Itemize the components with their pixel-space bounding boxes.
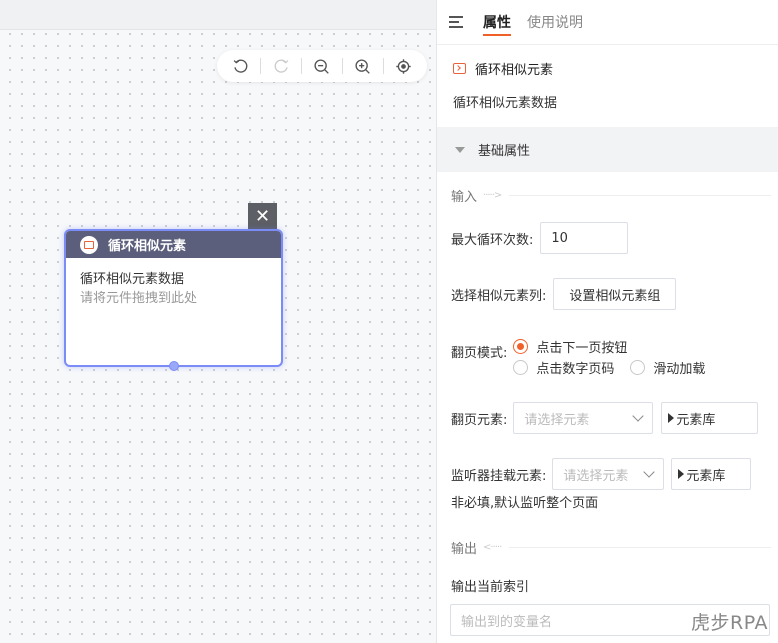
- page-element-label: 翻页元素:: [451, 412, 508, 428]
- radio-label: 点击下一页按钮: [536, 340, 628, 356]
- toolbar-divider: [301, 58, 303, 74]
- node-close-button[interactable]: ✕: [248, 203, 277, 229]
- section-basic-title: 基础属性: [478, 144, 531, 159]
- canvas-toolbar: [217, 50, 427, 82]
- panel-tabs: 属性 使用说明: [437, 0, 778, 45]
- loop-similar-node[interactable]: 循环相似元素 循环相似元素数据 请将元件拖拽到此处: [64, 229, 283, 371]
- radio-number-page[interactable]: 点击数字页码: [513, 358, 614, 377]
- node-drop-hint: 请将元件拖拽到此处: [80, 291, 198, 306]
- listener-note: 非必填,默认监听整个页面: [451, 496, 599, 511]
- max-loop-row: 最大循环次数: 10: [451, 222, 629, 254]
- dotted-arrow-icon: ·····>: [483, 190, 502, 201]
- element-library-label: 元素库: [686, 468, 726, 484]
- undo-icon: [233, 59, 248, 73]
- undo-button[interactable]: [229, 55, 251, 77]
- chevron-down-icon: [643, 466, 656, 478]
- listener-label: 监听器挂载元素:: [451, 468, 547, 484]
- caret-right-icon: [668, 413, 675, 423]
- page-element-row: 翻页元素: 请选择元素 元素库: [451, 402, 759, 434]
- locate-button[interactable]: [392, 55, 414, 77]
- select-list-row: 选择相似元素列: 设置相似元素组: [451, 278, 677, 310]
- listener-element-select[interactable]: 请选择元素: [552, 458, 665, 490]
- properties-panel: 属性 使用说明 循环相似元素 循环相似元素数据 基础属性 输入 ·····> 最…: [436, 0, 778, 643]
- node-body: 循环相似元素数据 请将元件拖拽到此处: [66, 258, 281, 320]
- terminal-icon: [453, 63, 466, 74]
- radio-unchecked-icon: [513, 359, 529, 375]
- caret-right-icon: [678, 469, 685, 479]
- listener-library-button[interactable]: 元素库: [671, 458, 752, 490]
- component-desc: 循环相似元素数据: [453, 96, 558, 111]
- radio-next-page-button[interactable]: 点击下一页按钮: [513, 337, 627, 356]
- set-similar-group-button[interactable]: 设置相似元素组: [553, 278, 677, 310]
- listener-row: 监听器挂载元素: 请选择元素 元素库: [451, 458, 752, 490]
- output-group-label: 输出 <·····: [437, 538, 778, 557]
- close-icon: ✕: [254, 205, 271, 227]
- output-group-text: 输出: [451, 542, 478, 557]
- component-title-text: 循环相似元素: [475, 63, 554, 78]
- page-mode-label: 翻页模式:: [451, 346, 508, 361]
- radio-scroll-load[interactable]: 滑动加载: [630, 358, 705, 377]
- input-group-text: 输入: [451, 190, 478, 205]
- node-desc: 循环相似元素数据: [80, 272, 185, 287]
- zoom-out-icon: [314, 58, 330, 74]
- node-header: 循环相似元素: [66, 231, 281, 258]
- flow-canvas[interactable]: ✕ 循环相似元素 循环相似元素数据 请将元件拖拽到此处: [0, 0, 436, 643]
- zoom-in-icon: [355, 58, 370, 74]
- locate-icon: [396, 58, 411, 74]
- element-library-button[interactable]: 元素库: [661, 402, 759, 434]
- zoom-out-button[interactable]: [311, 55, 333, 77]
- component-title: 循环相似元素: [437, 45, 778, 78]
- dotted-arrow-left-icon: <·····: [483, 542, 502, 553]
- divider: [509, 195, 771, 196]
- input-group-label: 输入 ·····>: [437, 186, 778, 205]
- output-index-label: 输出当前索引: [451, 580, 530, 595]
- select-placeholder: 请选择元素: [563, 468, 629, 484]
- node-title: 循环相似元素: [108, 239, 187, 254]
- node-output-port[interactable]: [169, 361, 179, 371]
- max-loop-input[interactable]: 10: [540, 222, 629, 254]
- tab-usage[interactable]: 使用说明: [527, 0, 583, 45]
- terminal-icon: [80, 235, 98, 254]
- radio-unchecked-icon: [630, 359, 646, 375]
- section-basic-properties[interactable]: 基础属性: [437, 127, 778, 172]
- tab-properties[interactable]: 属性: [483, 0, 511, 45]
- toolbar-divider: [382, 58, 384, 74]
- canvas-topbar: [0, 0, 436, 30]
- divider: [509, 547, 771, 548]
- max-loop-label: 最大循环次数:: [451, 232, 534, 248]
- collapse-menu-icon[interactable]: [449, 15, 467, 29]
- toolbar-divider: [260, 58, 262, 74]
- page-mode-row: 翻页模式: 点击下一页按钮 点击数字页码 滑动加载: [451, 336, 721, 378]
- page-mode-options: 点击下一页按钮 点击数字页码 滑动加载: [513, 336, 721, 378]
- toolbar-divider: [341, 58, 343, 74]
- zoom-in-button[interactable]: [352, 55, 374, 77]
- chevron-down-icon: [632, 410, 645, 422]
- select-list-label: 选择相似元素列:: [451, 288, 547, 304]
- radio-label: 滑动加载: [653, 361, 706, 377]
- element-library-label: 元素库: [676, 412, 716, 428]
- radio-label: 点击数字页码: [536, 361, 615, 377]
- select-placeholder: 请选择元素: [524, 412, 590, 428]
- page-element-select[interactable]: 请选择元素: [513, 402, 654, 434]
- redo-icon: [274, 59, 289, 73]
- caret-down-icon: [455, 146, 465, 153]
- redo-button[interactable]: [270, 55, 292, 77]
- radio-checked-icon: [513, 338, 529, 354]
- brand-watermark: 虎步RPA: [691, 612, 768, 634]
